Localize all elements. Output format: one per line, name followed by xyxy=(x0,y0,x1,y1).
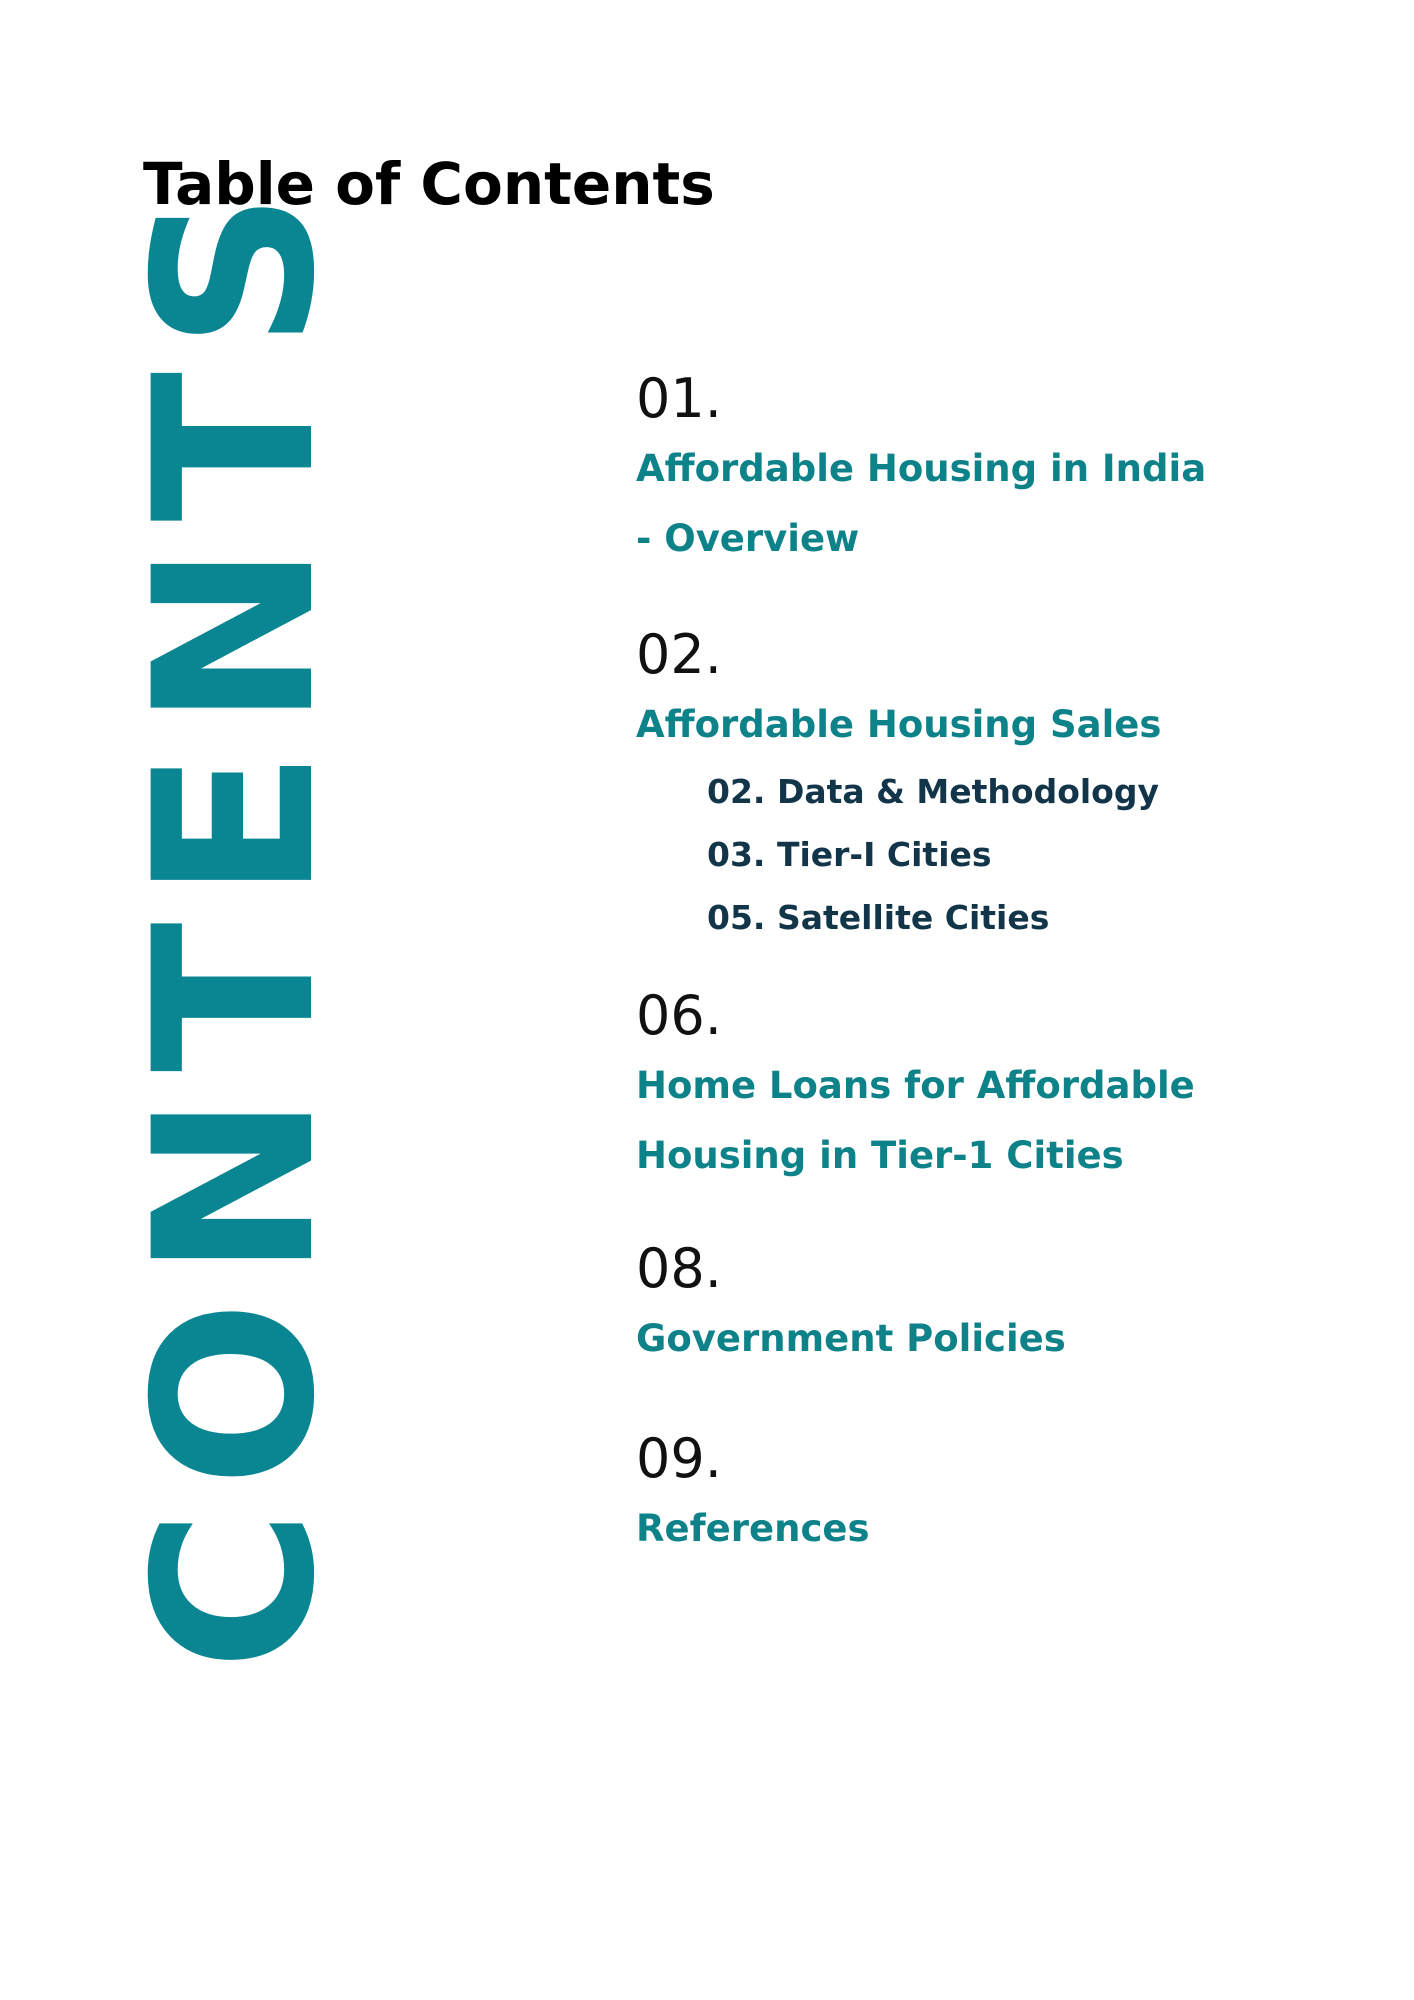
toc-entry-number: 02. xyxy=(636,623,722,686)
contents-vertical-word: CONTENTS xyxy=(107,169,363,1671)
toc-heading-line: Housing in Tier-1 Cities xyxy=(636,1134,1124,1178)
toc-entry-08[interactable]: 08. Government Policies xyxy=(636,1237,1236,1374)
toc-entry-heading[interactable]: Affordable Housing in India - Overview xyxy=(636,434,1236,574)
toc-entry-heading[interactable]: Home Loans for Affordable Housing in Tie… xyxy=(636,1051,1236,1191)
toc-heading-line: Affordable Housing Sales xyxy=(636,703,1162,747)
toc-subitem[interactable]: 05. Satellite Cities xyxy=(707,886,1236,949)
toc-entry-heading[interactable]: Affordable Housing Sales xyxy=(636,690,1236,760)
toc-entry-01[interactable]: 01. Affordable Housing in India - Overvi… xyxy=(636,367,1236,574)
toc-subitem[interactable]: 03. Tier-I Cities xyxy=(707,823,1236,886)
toc-subitem-list: 02. Data & Methodology 03. Tier-I Cities… xyxy=(707,760,1236,949)
toc-heading-line: Home Loans for Affordable xyxy=(636,1064,1195,1108)
toc-entry-number: 08. xyxy=(636,1237,722,1300)
page: Table of Contents CONTENTS 01. Affordabl… xyxy=(0,0,1414,2000)
toc-entry-number: 06. xyxy=(636,984,722,1047)
toc-heading-line: Government Policies xyxy=(636,1317,1066,1361)
toc-entry-02[interactable]: 02. Affordable Housing Sales 02. Data & … xyxy=(636,623,1236,949)
toc-subitem[interactable]: 02. Data & Methodology xyxy=(707,760,1236,823)
toc-heading-line: References xyxy=(636,1507,870,1551)
toc-entry-09[interactable]: 09. References xyxy=(636,1427,1236,1564)
toc-entry-heading[interactable]: Government Policies xyxy=(636,1304,1236,1374)
toc-heading-line: - Overview xyxy=(636,517,860,561)
toc-entry-number: 01. xyxy=(636,367,722,430)
toc-entry-heading[interactable]: References xyxy=(636,1494,1236,1564)
toc-heading-line: Affordable Housing in India xyxy=(636,447,1207,491)
toc-entry-06[interactable]: 06. Home Loans for Affordable Housing in… xyxy=(636,984,1236,1191)
toc-entry-number: 09. xyxy=(636,1427,722,1490)
